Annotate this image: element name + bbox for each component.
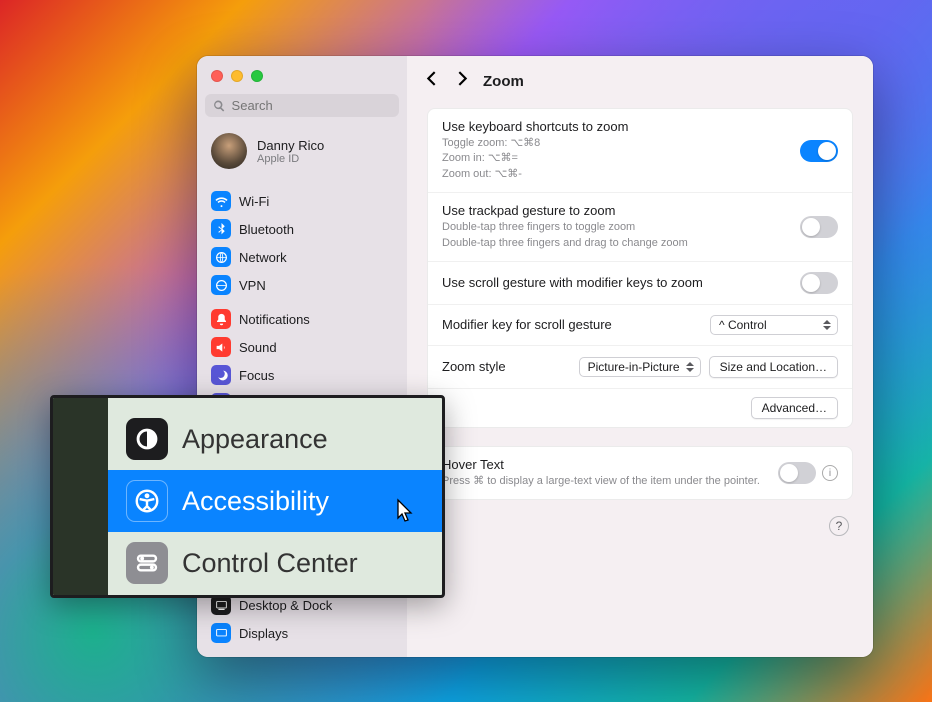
zoom-item-control-center: Control Center (108, 532, 442, 594)
keyboard-shortcuts-row: Use keyboard shortcuts to zoom Toggle zo… (428, 109, 852, 193)
row-desc: Press ⌘ to display a large-text view of … (442, 474, 760, 489)
apple-id-profile[interactable]: Danny Rico Apple ID (205, 127, 399, 181)
sidebar-item-vpn[interactable]: VPN (205, 271, 399, 299)
advanced-row: Advanced… (428, 389, 852, 427)
trackpad-zoom-toggle[interactable] (800, 216, 838, 238)
sidebar-item-displays[interactable]: Displays (205, 619, 399, 647)
sidebar-item-label: Desktop & Dock (239, 598, 332, 613)
desktop-dock-icon (211, 595, 231, 615)
chevron-updown-icon (823, 320, 831, 330)
hover-text-panel: Hover Text Press ⌘ to display a large-te… (427, 446, 853, 500)
close-window-button[interactable] (211, 70, 223, 82)
page-title: Zoom (483, 73, 524, 90)
minimize-window-button[interactable] (231, 70, 243, 82)
sidebar-item-label: Focus (239, 368, 274, 383)
avatar (211, 133, 247, 169)
network-icon (211, 247, 231, 267)
sidebar-item-notifications[interactable]: Notifications (205, 305, 399, 333)
accessibility-icon (126, 480, 168, 522)
sidebar-item-label: VPN (239, 278, 266, 293)
advanced-button[interactable]: Advanced… (751, 397, 838, 419)
row-title: Zoom style (442, 359, 506, 374)
modifier-key-select[interactable]: ^ Control (710, 315, 838, 335)
info-icon[interactable]: i (822, 465, 838, 481)
sidebar-item-label: Network (239, 250, 287, 265)
row-desc: Toggle zoom: ⌥⌘8 Zoom in: ⌥⌘= Zoom out: … (442, 136, 628, 182)
help-row: ? (407, 512, 873, 540)
forward-button[interactable] (456, 70, 469, 92)
row-desc: Double-tap three fingers to toggle zoom … (442, 220, 688, 251)
control-center-icon (126, 542, 168, 584)
sound-icon (211, 337, 231, 357)
fullscreen-window-button[interactable] (251, 70, 263, 82)
window-controls (205, 68, 399, 94)
main-header: Zoom (407, 56, 873, 102)
search-field[interactable] (205, 94, 399, 117)
chevron-updown-icon (686, 362, 694, 372)
row-title: Hover Text (442, 457, 760, 472)
scroll-zoom-toggle[interactable] (800, 272, 838, 294)
modifier-key-row: Modifier key for scroll gesture ^ Contro… (428, 305, 852, 346)
sidebar-item-wifi[interactable]: Wi-Fi (205, 187, 399, 215)
row-title: Modifier key for scroll gesture (442, 317, 612, 332)
zoom-pip-window[interactable]: Appearance Accessibility Control Center (50, 395, 445, 598)
sidebar-item-network[interactable]: Network (205, 243, 399, 271)
cursor-icon (396, 498, 416, 529)
search-input[interactable] (232, 98, 391, 113)
sidebar-item-label: Displays (239, 626, 288, 641)
bluetooth-icon (211, 219, 231, 239)
zoom-pip-edge (53, 398, 108, 595)
profile-name: Danny Rico (257, 138, 324, 153)
zoom-item-accessibility: Accessibility (108, 470, 442, 532)
wifi-icon (211, 191, 231, 211)
help-button[interactable]: ? (829, 516, 849, 536)
row-title: Use scroll gesture with modifier keys to… (442, 275, 703, 290)
hover-text-toggle[interactable] (778, 462, 816, 484)
row-title: Use keyboard shortcuts to zoom (442, 119, 628, 134)
hover-text-row: Hover Text Press ⌘ to display a large-te… (428, 447, 852, 499)
vpn-icon (211, 275, 231, 295)
size-location-button[interactable]: Size and Location… (709, 356, 838, 378)
zoom-item-appearance: Appearance (108, 408, 442, 470)
sidebar-item-label: Sound (239, 340, 277, 355)
sidebar-item-label: Notifications (239, 312, 310, 327)
profile-subtitle: Apple ID (257, 153, 324, 165)
zoom-pip-content: Appearance Accessibility Control Center (108, 398, 442, 595)
zoom-item-label: Accessibility (182, 486, 329, 517)
scroll-gesture-row: Use scroll gesture with modifier keys to… (428, 262, 852, 305)
sidebar-item-sound[interactable]: Sound (205, 333, 399, 361)
zoom-style-select[interactable]: Picture-in-Picture (579, 357, 701, 377)
focus-icon (211, 365, 231, 385)
back-button[interactable] (425, 70, 438, 92)
sidebar-item-label: Bluetooth (239, 222, 294, 237)
trackpad-gesture-row: Use trackpad gesture to zoom Double-tap … (428, 193, 852, 262)
sidebar-item-label: Wi-Fi (239, 194, 269, 209)
notifications-icon (211, 309, 231, 329)
zoom-item-label: Control Center (182, 548, 358, 579)
keyboard-zoom-toggle[interactable] (800, 140, 838, 162)
search-icon (213, 99, 226, 113)
zoom-settings-panel: Use keyboard shortcuts to zoom Toggle zo… (427, 108, 853, 428)
displays-icon (211, 623, 231, 643)
sidebar-item-bluetooth[interactable]: Bluetooth (205, 215, 399, 243)
sidebar-section-network: Wi-Fi Bluetooth Network VPN (205, 187, 399, 299)
sidebar-item-focus[interactable]: Focus (205, 361, 399, 389)
zoom-item-label: Appearance (182, 424, 328, 455)
main-content: Zoom Use keyboard shortcuts to zoom Togg… (407, 56, 873, 657)
zoom-style-row: Zoom style Picture-in-Picture Size and L… (428, 346, 852, 389)
appearance-icon (126, 418, 168, 460)
row-title: Use trackpad gesture to zoom (442, 203, 688, 218)
